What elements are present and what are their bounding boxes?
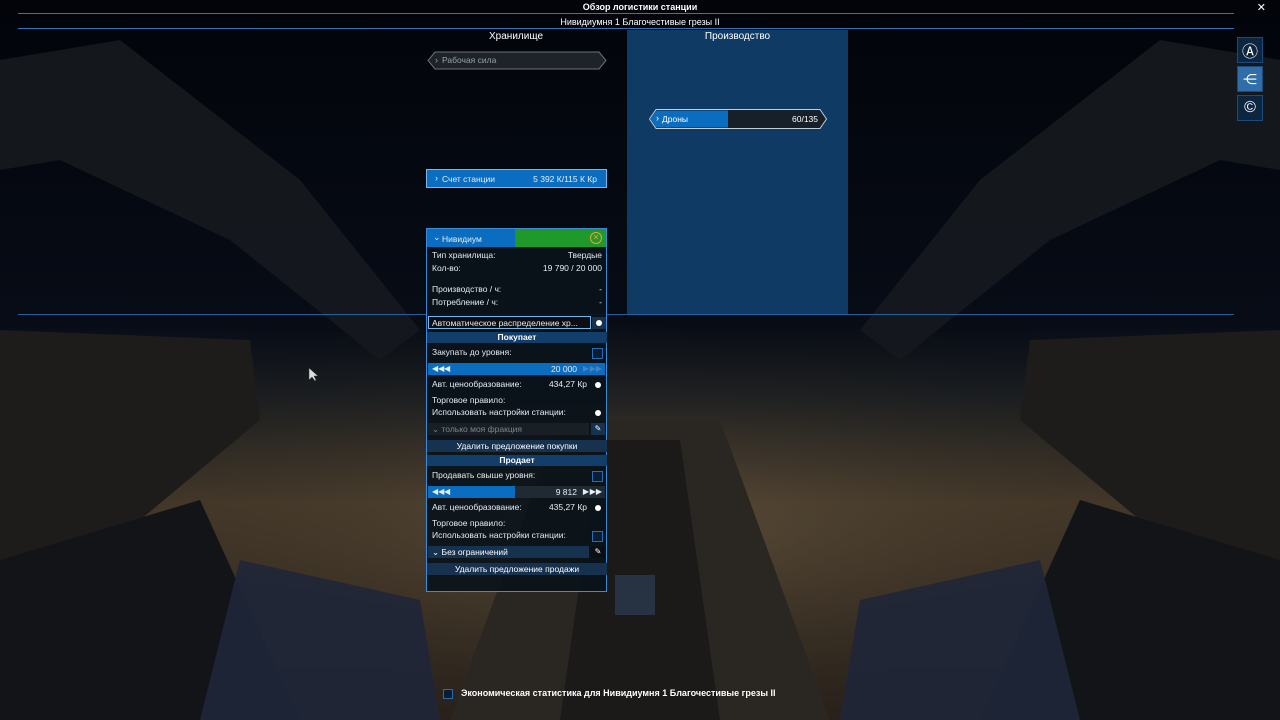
credits-button[interactable]: © [1237,95,1263,121]
production-rate-row: Производство / ч: - [427,283,607,296]
buy-use-station-row: Использовать настройки станции: [427,406,607,419]
ware-name: Нивидиум [442,234,482,244]
sell-above-checkbox[interactable] [592,471,603,482]
sell-above-label: Продавать свыше уровня: [432,470,536,480]
step-forward-icon[interactable]: ▶ [583,486,589,498]
sell-restriction-dropdown[interactable]: ⌄ Без ограничений [428,546,589,558]
autopilot-icon: Ⓐ [1241,44,1258,61]
credits-icon: © [1244,99,1256,116]
mid-divider-line [18,314,1234,315]
sell-auto-price-toggle[interactable] [591,502,605,514]
sell-restriction-label: Без ограничений [441,547,508,557]
buy-use-station-label: Использовать настройки станции: [432,407,566,417]
ware-panel: ⌄ Нивидиум ✕ Тип хранилища: Твердые Кол-… [426,228,607,592]
sell-use-station-label: Использовать настройки станции: [432,530,566,540]
storage-type-label: Тип хранилища: [432,250,496,260]
delete-buy-offer-button[interactable]: Удалить предложение покупки [427,440,607,452]
buy-auto-price-label: Авт. ценообразование: [432,379,522,389]
autopilot-button[interactable]: Ⓐ [1237,37,1263,63]
buy-use-station-toggle[interactable] [591,407,605,419]
production-column [627,30,848,314]
buy-auto-price-value: 434,27 Кр [548,379,587,389]
buy-section-header: Покупает [427,332,607,343]
amount-row: Кол-во: 19 790 / 20 000 [427,262,607,275]
buy-faction-dropdown[interactable]: ⌄ только моя фракция [428,423,589,435]
edit-pencil-icon[interactable]: ✎ [591,423,605,435]
close-icon[interactable]: ✕ [1257,1,1266,14]
sell-above-row: Продавать свыше уровня: [427,469,607,482]
buy-until-row: Закупать до уровня: [427,346,607,359]
ware-header[interactable]: ⌄ Нивидиум ✕ [427,229,606,247]
sell-use-station-checkbox[interactable] [592,531,603,542]
workforce-node[interactable]: › Рабочая сила [427,51,607,70]
sell-slider-value: 9 812 [555,487,577,497]
buy-slider[interactable]: ◀◀ ◀ 20 000 ▶ ▶▶ [428,363,605,375]
production-rate-label: Производство / ч: [432,284,502,294]
fast-rewind-icon[interactable]: ◀◀ [432,486,444,498]
buy-trade-rule-label: Торговое правило: [432,395,506,405]
station-subtitle: Нивидиумня 1 Благочестивые грезы II [560,17,720,27]
auto-allocation-field[interactable]: Автоматическое распределение хр... [428,316,591,329]
header-top-line [18,13,1234,14]
delete-sell-offer-button[interactable]: Удалить предложение продажи [427,563,607,575]
storage-title: Хранилище [489,31,543,42]
drones-node[interactable]: › Дроны 60/135 [649,109,827,129]
sell-auto-price-label: Авт. ценообразование: [432,502,522,512]
account-value: 5 392 К/115 К Кр [533,174,597,184]
buy-faction-label: только моя фракция [441,424,523,434]
buy-until-label: Закупать до уровня: [432,347,512,357]
account-label: Счет станции [442,174,496,184]
header-bottom-line [18,28,1234,29]
drones-value: 60/135 [792,114,818,124]
chevron-down-icon: ⌄ [433,232,441,242]
mouse-cursor-icon [308,367,318,382]
page-title: Обзор логистики станции [582,2,698,12]
step-back-icon[interactable]: ◀ [444,363,450,375]
production-rate-value: - [599,284,602,294]
consumption-rate-row: Потребление / ч: - [427,296,607,309]
buy-until-checkbox[interactable] [592,348,603,359]
production-title: Производство [704,31,771,42]
sell-section-header: Продает [427,455,607,466]
chevron-right-icon: › [435,55,438,65]
consumption-rate-value: - [599,297,602,307]
sell-use-station-row: Использовать настройки станции: [427,529,607,542]
sell-trade-rule-label: Торговое правило: [432,518,506,528]
fast-forward-icon[interactable]: ▶▶ [590,363,602,375]
storage-type-value: Твердые [567,250,602,260]
chevron-right-icon: › [435,173,438,183]
step-forward-icon[interactable]: ▶ [583,363,589,375]
fast-rewind-icon[interactable]: ◀◀ [432,363,444,375]
station-account-node[interactable]: › Счет станции 5 392 К/115 К Кр [426,169,607,188]
workforce-label: Рабочая сила [442,55,497,65]
storage-type-row: Тип хранилища: Твердые [427,249,607,262]
buy-auto-price-toggle[interactable] [591,379,605,391]
sell-slider[interactable]: ◀◀ ◀ 9 812 ▶ ▶▶ [428,486,605,498]
remove-ware-icon[interactable]: ✕ [590,232,602,244]
drones-label: Дроны [662,114,689,124]
consumption-rate-label: Потребление / ч: [432,297,499,307]
network-icon: ⋲ [1243,70,1257,87]
step-back-icon[interactable]: ◀ [444,486,450,498]
fast-forward-icon[interactable]: ▶▶ [590,486,602,498]
sell-auto-price-value: 435,27 Кр [548,502,587,512]
chevron-right-icon: › [656,113,659,123]
sell-auto-price-row: Авт. ценообразование: 435,27 Кр [427,501,607,514]
logistics-button[interactable]: ⋲ [1237,66,1263,92]
auto-allocation-toggle[interactable] [592,317,606,329]
edit-pencil-icon[interactable]: ✎ [591,546,605,558]
amount-label: Кол-во: [432,263,461,273]
amount-value: 19 790 / 20 000 [542,263,602,273]
buy-auto-price-row: Авт. ценообразование: 434,27 Кр [427,378,607,391]
economy-stats-checkbox[interactable] [443,689,453,699]
buy-slider-value: 20 000 [551,364,577,374]
economy-stats-label[interactable]: Экономическая статистика для Нивидиумня … [461,688,776,698]
